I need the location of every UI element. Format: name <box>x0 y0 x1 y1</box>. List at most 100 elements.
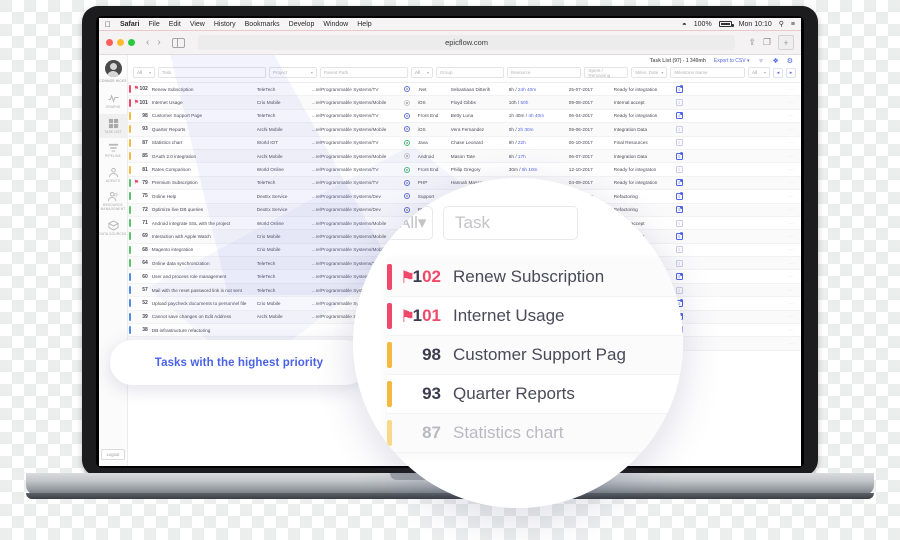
filter-resource-input[interactable]: Resource <box>506 67 582 78</box>
menu-item-help[interactable]: Help <box>357 21 371 28</box>
filter-project-select[interactable]: Project ▾ <box>268 67 317 78</box>
logout-button[interactable]: Logout <box>100 449 126 460</box>
filter-milestone-name-input[interactable]: Milestone Name <box>670 67 745 78</box>
row-menu-button[interactable]: ··· <box>692 274 801 279</box>
row-menu-button[interactable]: ··· <box>692 100 801 105</box>
row-menu-button[interactable]: ··· <box>692 247 801 252</box>
row-menu-button[interactable]: ··· <box>692 87 801 92</box>
row-menu-button[interactable]: ··· <box>692 261 801 266</box>
row-menu-button[interactable]: ··· <box>692 234 801 239</box>
row-menu-button[interactable]: ··· <box>692 113 801 118</box>
maximize-button[interactable] <box>128 39 135 46</box>
row-menu-button[interactable]: ··· <box>692 301 801 306</box>
sidebar-item-resource-management[interactable]: RESOURCE MANAGEMENT <box>99 187 128 215</box>
cell-badge[interactable]: ⇩ <box>675 125 692 133</box>
table-row[interactable]: 93 Quarter Reports Archi Mobile ...re/Progr… <box>128 123 801 137</box>
table-row[interactable]: 87 Statistics chart World IOT ...re/Program… <box>128 137 801 150</box>
cell-resource: Floyd Gibbs <box>450 100 476 106</box>
close-button[interactable] <box>106 39 113 46</box>
filter-all-2[interactable]: All ▾ <box>410 67 433 78</box>
filter-all-1[interactable]: All ▾ <box>133 67 155 78</box>
new-tab-button[interactable]: + <box>778 35 794 50</box>
table-row[interactable]: ⚑ 102 Renew Subscription TeleTech ...re/Prog… <box>128 83 801 97</box>
filter-task-input[interactable]: Task <box>158 67 266 78</box>
sidebar-item-pipeline[interactable]: PIPELINE <box>99 138 128 163</box>
row-menu-button[interactable]: ··· <box>692 154 801 159</box>
cell-priority: 93 <box>142 126 148 133</box>
row-menu-button[interactable]: ··· <box>692 221 801 226</box>
table-row[interactable]: 85 OAuth 2.0 integration Archi Mobile ...re… <box>128 149 801 164</box>
menu-item-safari[interactable]: Safari <box>120 21 139 28</box>
filter-all-3[interactable]: All ▾ <box>748 67 770 78</box>
row-menu-button[interactable]: ··· <box>692 314 801 319</box>
sidebar-item-data-sources[interactable]: DATA SOURCES <box>99 216 128 241</box>
cell-priority: 102 <box>139 86 148 93</box>
table-row[interactable]: 81 Rates Comparison World Online ...re/Prog… <box>128 163 801 177</box>
magnified-task-name: Renew Subscription <box>453 267 605 286</box>
export-csv-button[interactable]: Export to CSV ▾ <box>714 58 750 64</box>
battery-percent: 100% <box>693 20 712 28</box>
share-icon[interactable]: ⇪ <box>748 37 756 48</box>
row-menu-button[interactable]: ··· <box>692 140 801 145</box>
magnified-task-row[interactable]: 98 Customer Support Pag <box>387 336 683 375</box>
tabs-icon[interactable]: ❐ <box>763 37 771 48</box>
funnel-icon[interactable]: ▼ <box>758 58 765 65</box>
magnified-task-input[interactable]: Task <box>443 206 578 240</box>
magnified-task-row[interactable]: ⚑ 102 Renew Subscription <box>387 258 683 297</box>
next-page-button[interactable]: ▸ <box>786 67 796 78</box>
row-menu-button[interactable]: ··· <box>692 167 801 172</box>
table-row[interactable]: 98 Customer Support Page TeleTech ...re/Pro… <box>128 110 801 124</box>
filter-spent-remaining[interactable]: Spent / Remaining <box>584 67 629 78</box>
magnified-task-row[interactable]: 93 Quarter Reports <box>387 375 683 414</box>
row-menu-button[interactable]: ··· <box>692 194 801 199</box>
cell-spent-remaining: 1h 40m / 4h 40m <box>508 113 544 119</box>
window-controls[interactable] <box>106 39 135 46</box>
row-menu-button[interactable]: ··· <box>692 328 801 333</box>
apple-logo-icon[interactable]:  <box>105 20 111 29</box>
pin-icon[interactable]: ❖ <box>772 57 778 65</box>
cell-badge[interactable]: ⇩ <box>675 152 692 160</box>
row-menu-button[interactable]: ··· <box>692 288 801 293</box>
menu-item-history[interactable]: History <box>214 21 236 28</box>
filter-parent-path-input[interactable]: Parent Path <box>319 67 408 78</box>
row-menu-button[interactable]: ··· <box>692 180 801 185</box>
sidebar-toggle-icon[interactable] <box>171 37 185 48</box>
row-menu-button[interactable]: ··· <box>692 127 801 132</box>
gear-icon[interactable]: ⚙ <box>787 57 793 65</box>
magnified-task-row[interactable]: ⚑ 101 Internet Usage <box>387 297 683 336</box>
menu-item-bookmarks[interactable]: Bookmarks <box>245 21 280 28</box>
filter-miles-date[interactable]: Miles. Date ▾ <box>631 67 668 78</box>
list-icon[interactable]: ≡ <box>791 21 795 28</box>
magnified-task-row[interactable]: 87 Statistics chart <box>387 414 683 453</box>
menu-item-file[interactable]: File <box>148 21 159 28</box>
menu-item-develop[interactable]: Develop <box>289 21 315 28</box>
cell-badge[interactable]: ⇩ <box>675 166 692 174</box>
row-menu-button[interactable]: ··· <box>692 207 801 212</box>
search-icon[interactable]: ⚲ <box>779 20 784 28</box>
sidebar-item-agents[interactable]: AGENTS <box>99 163 128 188</box>
cell-spent-remaining: 9h / 22h <box>508 140 526 146</box>
table-row[interactable]: ⚑ 101 Internet Usage Crio Mobile ...re/Progr… <box>128 96 801 110</box>
sidebar-item-task-list[interactable]: TASK LIST <box>99 113 128 139</box>
avatar[interactable] <box>104 60 122 77</box>
forward-button[interactable]: › <box>157 37 160 48</box>
cell-parent-path: ...re/Programmable Systems/TV <box>311 113 379 119</box>
cell-badge[interactable]: ⇩ <box>675 111 692 120</box>
cell-task-name: Online data synchronization <box>151 260 210 266</box>
cell-spent-remaining: 0h / 2h 30m <box>508 126 534 132</box>
menu-item-window[interactable]: Window <box>323 21 348 28</box>
cell-badge[interactable]: ⇩ <box>675 85 692 93</box>
cell-badge[interactable]: ⇩ <box>675 139 692 147</box>
url-bar[interactable]: epicflow.com <box>197 35 736 50</box>
cell-badge[interactable]: ⇩ <box>675 99 692 107</box>
prev-page-button[interactable]: ◂ <box>773 67 783 78</box>
wifi-icon[interactable]: ◓ <box>682 20 687 29</box>
menu-item-view[interactable]: View <box>190 21 205 28</box>
back-button[interactable]: ‹ <box>146 37 149 48</box>
row-menu-button[interactable]: ··· <box>692 341 801 346</box>
sidebar-item-graphs[interactable]: GRAPHS <box>99 89 128 114</box>
filter-group-input[interactable]: Group <box>435 67 504 78</box>
menu-item-edit[interactable]: Edit <box>169 21 181 28</box>
magnified-all-select[interactable]: All ▾ <box>387 206 433 240</box>
minimize-button[interactable] <box>117 39 124 46</box>
